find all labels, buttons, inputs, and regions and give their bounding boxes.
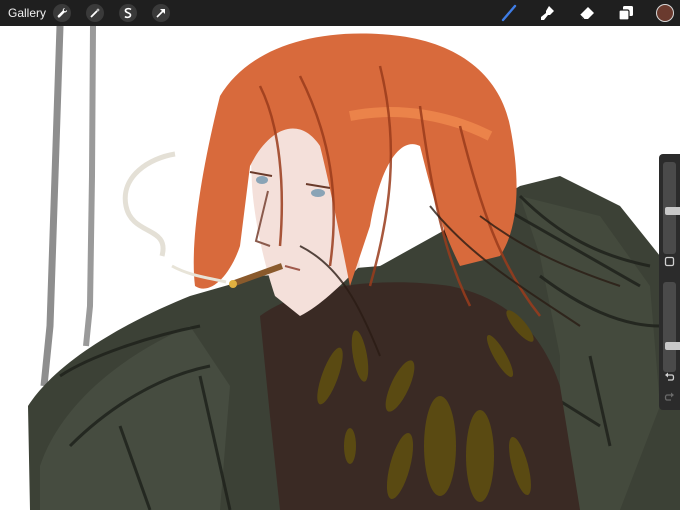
eraser-icon — [579, 7, 594, 20]
transform-button[interactable] — [152, 4, 170, 22]
brush-icon — [501, 4, 517, 22]
smudge-icon — [541, 6, 554, 20]
drawing-canvas[interactable] — [0, 25, 680, 511]
selection-button[interactable] — [119, 4, 137, 22]
opacity-knob[interactable] — [665, 341, 680, 350]
square-icon — [664, 256, 675, 267]
paint-tool-button[interactable] — [499, 3, 519, 23]
layers-icon — [618, 6, 633, 21]
redo-button[interactable] — [662, 390, 677, 405]
modify-button[interactable] — [662, 254, 677, 269]
undo-button[interactable] — [662, 370, 677, 385]
selection-s-icon — [124, 7, 132, 19]
undo-icon — [665, 372, 675, 381]
transform-arrow-icon — [156, 9, 165, 18]
brush-size-slider[interactable] — [663, 162, 680, 254]
smudge-tool-button[interactable] — [538, 3, 558, 23]
layers-button[interactable] — [616, 3, 636, 23]
color-picker-button[interactable] — [656, 4, 674, 22]
opacity-slider[interactable] — [663, 282, 680, 372]
wrench-icon — [57, 8, 68, 18]
redo-icon — [664, 392, 674, 401]
brush-size-knob[interactable] — [665, 206, 680, 215]
actions-button[interactable] — [53, 4, 71, 22]
top-toolbar: Gallery — [0, 0, 680, 26]
eraser-tool-button[interactable] — [577, 3, 597, 23]
right-sidebar — [659, 154, 680, 410]
gallery-button[interactable]: Gallery — [8, 6, 46, 20]
artwork — [0, 25, 680, 511]
magic-wand-icon — [90, 8, 100, 18]
adjustments-button[interactable] — [86, 4, 104, 22]
